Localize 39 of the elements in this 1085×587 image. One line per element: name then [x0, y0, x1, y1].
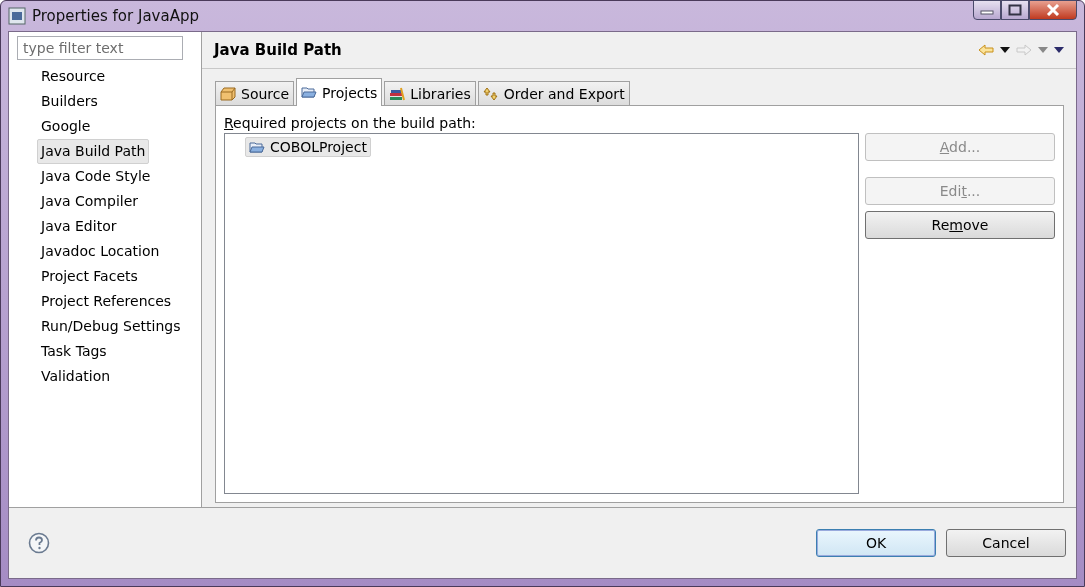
sidebar-item[interactable]: Validation [37, 364, 115, 389]
close-icon [1045, 4, 1061, 16]
package-icon [220, 86, 236, 101]
tab[interactable]: Source [215, 81, 295, 105]
close-button[interactable] [1029, 0, 1077, 20]
sidebar-item[interactable]: Java Editor [37, 214, 121, 239]
sidebar-item[interactable]: Project Facets [37, 264, 142, 289]
folder-icon [249, 140, 265, 154]
sidebar-item[interactable]: Google [37, 114, 95, 139]
help-icon[interactable] [28, 532, 50, 554]
folder-icon [301, 86, 318, 99]
dialog-button[interactable]: OK [816, 529, 936, 557]
maximize-button[interactable] [1001, 0, 1029, 20]
tab[interactable]: Projects [296, 78, 383, 106]
sidebar-item[interactable]: Java Compiler [37, 189, 143, 214]
sidebar-item[interactable]: Task Tags [37, 339, 111, 364]
books-icon [389, 86, 406, 101]
action-button[interactable]: Remove [865, 211, 1055, 239]
maximize-icon [1008, 4, 1022, 16]
app-icon [8, 7, 26, 25]
dialog-button[interactable]: Cancel [946, 529, 1066, 557]
dropdown-icon[interactable] [1000, 47, 1010, 53]
view-menu-icon[interactable] [1054, 47, 1064, 53]
sidebar-item[interactable]: Project References [37, 289, 176, 314]
filter-field[interactable]: type filter text [17, 36, 183, 60]
sidebar-item[interactable]: Java Build Path [37, 139, 150, 164]
page-title: Java Build Path [214, 41, 342, 59]
tab[interactable]: Order and Export [477, 81, 630, 105]
sidebar-item[interactable]: Builders [37, 89, 102, 114]
project-item[interactable]: COBOLProject [245, 137, 371, 157]
sidebar-item[interactable]: Java Code Style [37, 164, 155, 189]
window-title: Properties for JavaApp [32, 7, 199, 25]
sidebar-item[interactable]: Run/Debug Settings [37, 314, 185, 339]
projects-label: Required projects on the build path: [224, 114, 477, 132]
minimize-button[interactable] [973, 0, 1001, 20]
sidebar-item[interactable]: Resource [37, 64, 110, 89]
sidebar-item[interactable]: Javadoc Location [37, 239, 164, 264]
tab[interactable]: Libraries [384, 81, 476, 105]
swap-arrows-icon [482, 86, 499, 101]
